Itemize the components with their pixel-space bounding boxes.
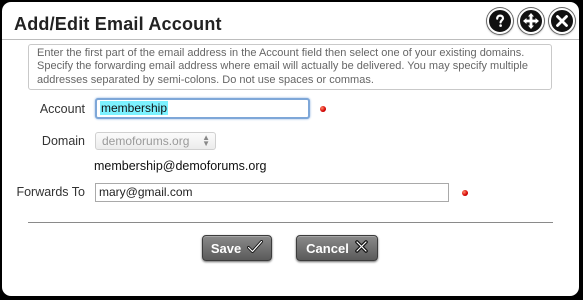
- close-button[interactable]: [549, 8, 575, 34]
- instructions-text: Enter the first part of the email addres…: [28, 44, 552, 90]
- checkmark-icon: [247, 239, 264, 257]
- title-divider: [2, 39, 579, 40]
- help-button[interactable]: [487, 8, 513, 34]
- email-account-dialog: Add/Edit Email Account Enter the first p…: [2, 2, 579, 296]
- domain-label: Domain: [41, 134, 85, 148]
- help-icon: [493, 14, 507, 28]
- cancel-button-label: Cancel: [306, 240, 349, 256]
- close-icon: [555, 14, 569, 28]
- account-label: Account: [39, 102, 85, 116]
- account-input[interactable]: membership: [95, 98, 310, 119]
- account-input-value: membership: [100, 101, 169, 115]
- dialog-title: Add/Edit Email Account: [14, 14, 222, 34]
- cancel-button[interactable]: Cancel: [296, 235, 378, 261]
- domain-select[interactable]: demoforums.org ▲ ▼: [95, 132, 216, 150]
- save-button-label: Save: [210, 240, 242, 256]
- move-button[interactable]: [518, 8, 544, 34]
- domain-select-value: demoforums.org: [102, 134, 190, 148]
- save-button[interactable]: Save: [202, 235, 272, 261]
- select-arrows-icon: ▲ ▼: [202, 133, 210, 148]
- required-indicator-icon: [462, 190, 468, 196]
- move-icon: [523, 13, 539, 29]
- x-icon: [355, 240, 368, 256]
- required-indicator-icon: [320, 106, 326, 112]
- forwards-to-input[interactable]: mary@gmail.com: [95, 183, 449, 202]
- forwards-to-value: mary@gmail.com: [99, 185, 193, 199]
- form-divider: [28, 222, 553, 223]
- forwards-to-label: Forwards To: [16, 185, 85, 199]
- full-email-address: membership@demoforums.org: [94, 159, 267, 173]
